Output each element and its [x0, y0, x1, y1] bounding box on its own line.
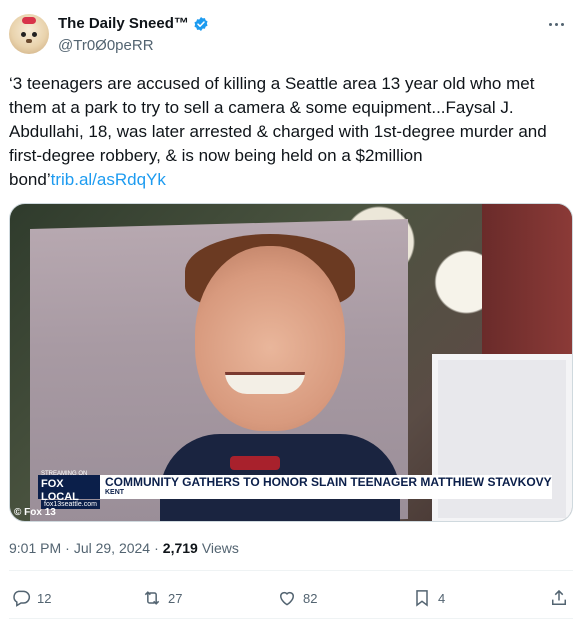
share-button[interactable] [549, 584, 569, 612]
chyron-bar: COMMUNITY GATHERS TO HONOR SLAIN TEENAGE… [100, 475, 552, 499]
image-credit: © Fox 13 [14, 507, 56, 518]
dot [560, 22, 564, 26]
divider [9, 570, 573, 571]
portrait-smile [225, 372, 305, 394]
tweet-date[interactable]: Jul 29, 2024 [74, 540, 150, 556]
retweet-button[interactable]: 27 [142, 584, 182, 612]
chyron-headline: COMMUNITY GATHERS TO HONOR SLAIN TEENAGE… [105, 475, 552, 489]
dot [554, 22, 558, 26]
avatar-nose [26, 39, 32, 43]
action-bar: 12 27 82 4 [9, 584, 573, 612]
fox-local-logo: STREAMING ON FOX LOCAL [38, 471, 100, 503]
author-name-row: The Daily Sneed™ [58, 15, 209, 32]
more-options-icon[interactable] [544, 14, 568, 34]
dot [548, 22, 552, 26]
avatar-eye-right [32, 32, 37, 37]
bookmark-icon [416, 590, 428, 607]
reply-button[interactable]: 12 [11, 584, 51, 612]
chyron-streaming-text: STREAMING ON [41, 470, 88, 477]
author-avatar[interactable] [9, 14, 49, 54]
chyron-location: KENT [105, 489, 125, 496]
tweet-time[interactable]: 9:01 PM [9, 540, 61, 556]
like-count: 82 [303, 590, 318, 606]
reply-icon [13, 590, 31, 607]
author-handle[interactable]: @Tr0Ø0peRR [58, 37, 154, 54]
bookmark-button[interactable]: 4 [412, 584, 445, 612]
heart-icon [279, 591, 295, 606]
views-count: 2,719 [162, 540, 198, 556]
tweet-link[interactable]: trib.al/asRdqYk [51, 170, 166, 189]
portrait-bowtie [230, 456, 280, 470]
author-display-name[interactable]: The Daily Sneed™ [58, 15, 189, 32]
avatar-bow [22, 17, 36, 24]
tweet-media-image[interactable]: STREAMING ON FOX LOCAL COMMUNITY GATHERS… [9, 203, 573, 522]
tweet-text: ‘3 teenagers are accused of killing a Se… [9, 72, 573, 192]
views-label: Views [201, 540, 239, 556]
like-button[interactable]: 82 [277, 584, 317, 612]
retweet-count: 27 [168, 590, 183, 606]
tweet-meta: 9:01 PM · Jul 29, 2024 · 2,719 Views [9, 540, 239, 556]
meta-separator: · [154, 540, 159, 556]
avatar-eye-left [21, 32, 26, 37]
verified-badge-icon[interactable] [193, 16, 209, 32]
bookmark-count: 4 [438, 590, 446, 606]
retweet-icon [144, 591, 160, 605]
reply-count: 12 [37, 590, 52, 606]
news-chyron: STREAMING ON FOX LOCAL COMMUNITY GATHERS… [38, 471, 552, 503]
portrait-face [195, 246, 345, 431]
divider [9, 618, 573, 619]
share-icon [552, 589, 566, 605]
meta-separator: · [65, 540, 70, 556]
